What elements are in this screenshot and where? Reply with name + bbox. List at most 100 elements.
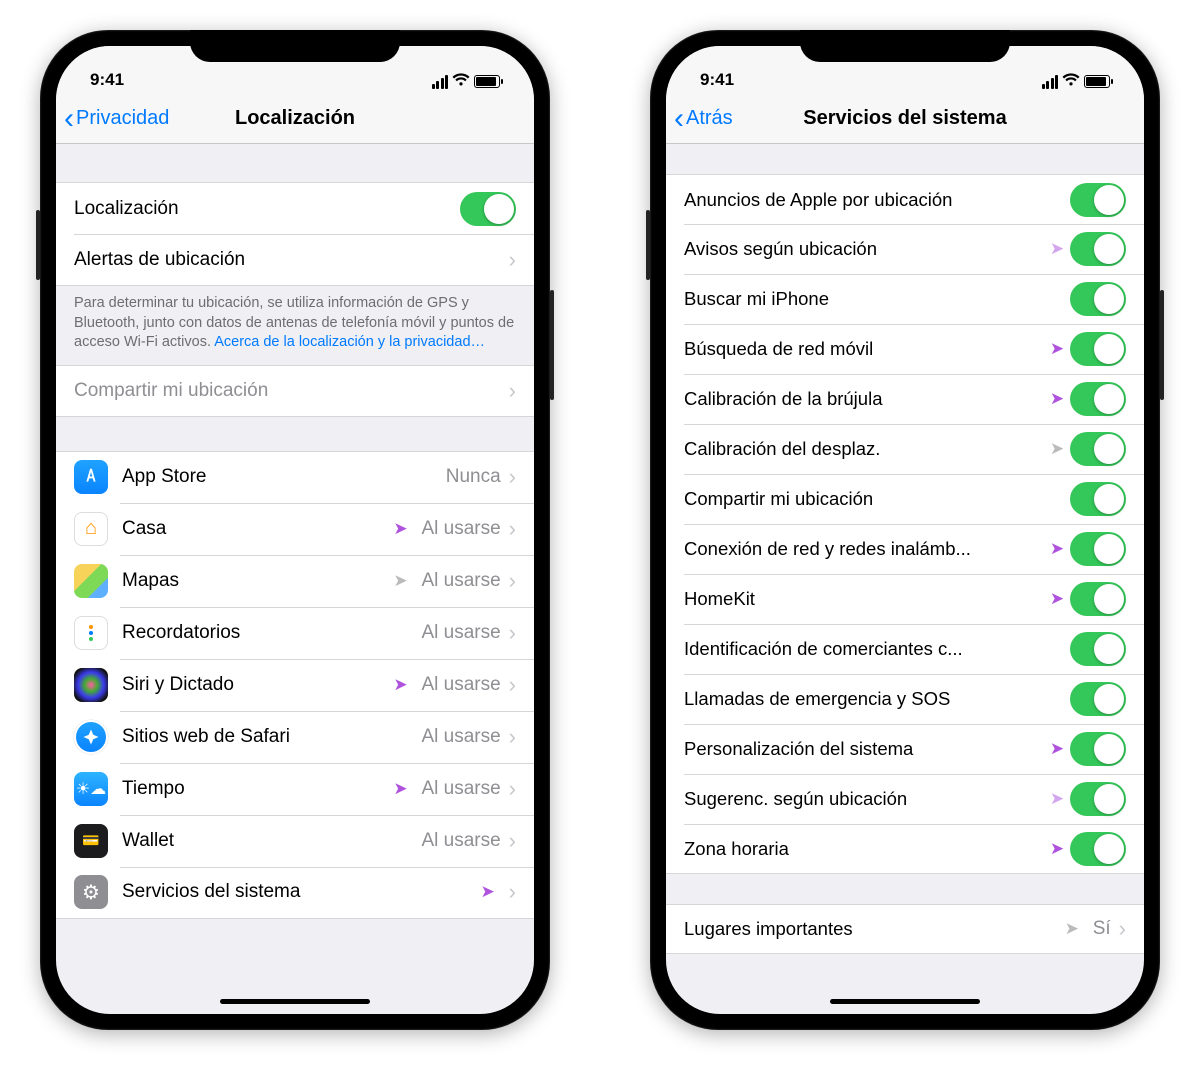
location-arrow-icon: ➤ [1048,739,1066,759]
group-apps: App Store Nunca › ⌂ Casa ➤ Al usarse › M… [56,451,534,919]
back-button[interactable]: ‹ Atrás [674,104,733,134]
service-row[interactable]: Zona horaria ➤ [666,824,1144,874]
row-detail: Al usarse [421,778,500,800]
home-indicator[interactable] [830,999,980,1004]
service-row[interactable]: Buscar mi iPhone [666,274,1144,324]
service-row[interactable]: Llamadas de emergencia y SOS [666,674,1144,724]
toggle-service[interactable] [1070,382,1126,416]
app-row[interactable]: ☀︎☁︎ Tiempo ➤ Al usarse › [56,763,534,815]
app-row[interactable]: ⚙︎ Servicios del sistema ➤ › [56,867,534,919]
app-row[interactable]: 💳 Wallet Al usarse › [56,815,534,867]
status-icons [432,73,501,90]
location-arrow-icon: ➤ [391,519,409,539]
toggle-service[interactable] [1070,282,1126,316]
service-row[interactable]: Identificación de comerciantes c... [666,624,1144,674]
service-row[interactable]: Personalización del sistema ➤ [666,724,1144,774]
content: Localización Alertas de ubicación › Para… [56,144,534,1014]
home-indicator[interactable] [220,999,370,1004]
chevron-right-icon: › [1119,916,1126,942]
row-location-alerts[interactable]: Alertas de ubicación › [56,234,534,286]
screen-left: 9:41 ‹ Privacidad Localización Localizac… [56,46,534,1014]
toggle-service[interactable] [1070,232,1126,266]
privacy-link[interactable]: Acerca de la localización y la privacida… [214,334,485,350]
toggle-service[interactable] [1070,582,1126,616]
row-label: Tiempo [122,778,391,800]
status-time: 9:41 [700,70,734,90]
chevron-right-icon: › [509,247,516,273]
location-arrow-icon: ➤ [391,675,409,695]
row-detail: Al usarse [421,830,500,852]
record-icon [74,616,108,650]
row-localization-toggle[interactable]: Localización [56,182,534,234]
row-label: Casa [122,518,391,540]
group-services: Anuncios de Apple por ubicación Avisos s… [666,174,1144,874]
row-label: Recordatorios [122,622,413,644]
phone-left: 9:41 ‹ Privacidad Localización Localizac… [40,30,550,1030]
chevron-left-icon: ‹ [674,104,684,134]
row-label: Alertas de ubicación [74,249,501,271]
service-row[interactable]: Sugerenc. según ubicación ➤ [666,774,1144,824]
location-arrow-icon: ➤ [391,571,409,591]
toggle-service[interactable] [1070,183,1126,217]
row-detail: Nunca [446,466,501,488]
row-share-location[interactable]: Compartir mi ubicación › [56,365,534,417]
location-arrow-icon: ➤ [391,779,409,799]
service-row[interactable]: Avisos según ubicación ➤ [666,224,1144,274]
toggle-service[interactable] [1070,682,1126,716]
service-row[interactable]: Calibración del desplaz. ➤ [666,424,1144,474]
battery-icon [474,75,500,88]
chevron-right-icon: › [509,378,516,404]
service-row[interactable]: Conexión de red y redes inalámb... ➤ [666,524,1144,574]
appstore-icon [74,460,108,494]
wifi-icon [452,73,470,90]
app-row[interactable]: ⌂ Casa ➤ Al usarse › [56,503,534,555]
status-icons [1042,73,1111,90]
group-share: Compartir mi ubicación › [56,365,534,417]
service-row[interactable]: HomeKit ➤ [666,574,1144,624]
toggle-localization[interactable] [460,192,516,226]
service-row[interactable]: Búsqueda de red móvil ➤ [666,324,1144,374]
notch [190,30,400,62]
row-important-places[interactable]: Lugares importantes ➤ Sí › [666,904,1144,954]
location-arrow-icon: ➤ [1048,389,1066,409]
row-detail: Al usarse [421,726,500,748]
toggle-service[interactable] [1070,482,1126,516]
toggle-service[interactable] [1070,832,1126,866]
row-label: Zona horaria [684,838,1048,860]
row-label: Calibración del desplaz. [684,438,1048,460]
app-row[interactable]: Recordatorios Al usarse › [56,607,534,659]
app-row[interactable]: App Store Nunca › [56,451,534,503]
chevron-right-icon: › [509,776,516,802]
chevron-right-icon: › [509,464,516,490]
service-row[interactable]: Calibración de la brújula ➤ [666,374,1144,424]
wifi-icon [1062,73,1080,90]
group-localization: Localización Alertas de ubicación › [56,182,534,286]
row-label: Conexión de red y redes inalámb... [684,538,1048,560]
row-label: Anuncios de Apple por ubicación [684,189,1070,211]
toggle-service[interactable] [1070,732,1126,766]
toggle-service[interactable] [1070,632,1126,666]
row-label: Personalización del sistema [684,738,1048,760]
safari-icon [74,720,108,754]
toggle-service[interactable] [1070,332,1126,366]
screen-right: 9:41 ‹ Atrás Servicios del sistema Anunc… [666,46,1144,1014]
status-time: 9:41 [90,70,124,90]
chevron-right-icon: › [509,879,516,905]
back-button[interactable]: ‹ Privacidad [64,104,169,134]
app-row[interactable]: Mapas ➤ Al usarse › [56,555,534,607]
service-row[interactable]: Compartir mi ubicación [666,474,1144,524]
toggle-service[interactable] [1070,432,1126,466]
chevron-right-icon: › [509,516,516,542]
row-label: Siri y Dictado [122,674,391,696]
page-title: Servicios del sistema [803,107,1006,130]
toggle-service[interactable] [1070,782,1126,816]
app-row[interactable]: Siri y Dictado ➤ Al usarse › [56,659,534,711]
toggle-service[interactable] [1070,532,1126,566]
row-label: Compartir mi ubicación [684,488,1070,510]
row-label: Buscar mi iPhone [684,288,1070,310]
row-label: Identificación de comerciantes c... [684,638,1070,660]
service-row[interactable]: Anuncios de Apple por ubicación [666,174,1144,224]
app-row[interactable]: Sitios web de Safari Al usarse › [56,711,534,763]
notch [800,30,1010,62]
chevron-right-icon: › [509,828,516,854]
